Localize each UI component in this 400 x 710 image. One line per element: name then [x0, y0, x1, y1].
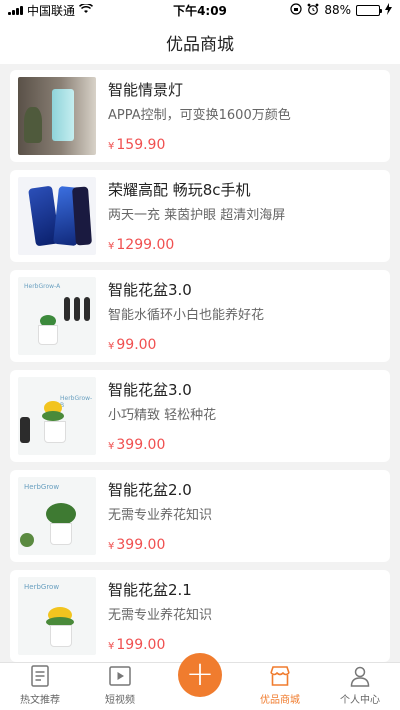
currency-symbol: ¥ — [108, 641, 115, 652]
tab-label: 短视频 — [105, 695, 135, 706]
currency-symbol: ¥ — [108, 341, 115, 352]
product-desc: 小巧精致 轻松种花 — [108, 408, 217, 423]
tab-add[interactable]: + — [160, 653, 240, 710]
charging-icon — [385, 2, 392, 18]
image-caption: HerbGrow-A — [24, 283, 61, 290]
product-image — [18, 177, 96, 255]
product-card[interactable]: HerbGrow 智能花盆2.0 无需专业养花知识 ¥399.00 — [10, 470, 390, 562]
video-icon — [109, 665, 131, 687]
product-card[interactable]: HerbGrow 智能花盆2.1 无需专业养花知识 ¥199.00 — [10, 570, 390, 662]
page-title: 优品商城 — [166, 34, 234, 55]
price-value: 1299.00 — [116, 237, 175, 253]
product-info: 智能花盆2.0 无需专业养花知识 ¥399.00 — [108, 477, 212, 555]
product-title: 智能花盆3.0 — [108, 281, 192, 299]
status-left: 中国联通 — [8, 2, 94, 19]
product-price: ¥399.00 — [108, 537, 212, 553]
price-value: 159.90 — [116, 137, 166, 153]
product-price: ¥159.90 — [108, 137, 291, 153]
product-image — [18, 77, 96, 155]
tab-label: 热文推荐 — [20, 695, 60, 706]
product-image: HerbGrow — [18, 577, 96, 655]
product-price: ¥199.00 — [108, 637, 212, 653]
battery-icon — [356, 4, 382, 16]
product-card[interactable]: HerbGrow-A 智能花盆3.0 智能水循环小白也能养好花 ¥99.00 — [10, 270, 390, 362]
product-title: 智能花盆3.0 — [108, 381, 192, 399]
currency-symbol: ¥ — [108, 141, 115, 152]
product-title: 智能花盆2.0 — [108, 481, 192, 499]
product-title: 荣耀高配 畅玩8c手机 — [108, 181, 251, 199]
battery-percent: 88% — [324, 3, 351, 17]
image-caption: HerbGrow — [24, 483, 60, 491]
tab-profile[interactable]: 个人中心 — [320, 663, 400, 710]
product-image: HerbGrow-A — [18, 277, 96, 355]
product-title: 智能情景灯 — [108, 81, 184, 99]
product-desc: 无需专业养花知识 — [108, 508, 213, 523]
price-value: 399.00 — [116, 437, 166, 453]
product-desc: 两天一充 莱茵护眼 超清刘海屏 — [108, 208, 286, 223]
currency-symbol: ¥ — [108, 441, 115, 452]
price-value: 199.00 — [116, 637, 166, 653]
product-info: 智能情景灯 APPA控制，可变换1600万颜色 ¥159.90 — [108, 77, 291, 155]
status-bar: 中国联通 下午4:09 88% — [0, 0, 400, 20]
alarm-icon — [307, 3, 319, 18]
tab-label: 优品商城 — [260, 695, 300, 706]
plus-icon[interactable]: + — [178, 653, 222, 697]
signal-icon — [8, 5, 23, 15]
product-price: ¥99.00 — [108, 337, 264, 353]
tab-bar: 热文推荐 短视频 + 优品商城 个人中心 — [0, 653, 400, 710]
status-right: 88% — [290, 2, 392, 18]
nav-bar: 优品商城 — [0, 20, 400, 64]
tab-short-video[interactable]: 短视频 — [80, 663, 160, 710]
product-desc: APPA控制，可变换1600万颜色 — [108, 108, 291, 123]
tab-label: 个人中心 — [340, 695, 380, 706]
product-image: HerbGrow-B — [18, 377, 96, 455]
image-caption: HerbGrow — [24, 583, 60, 591]
product-card[interactable]: HerbGrow-B 智能花盆3.0 小巧精致 轻松种花 ¥399.00 — [10, 370, 390, 462]
image-caption: HerbGrow-B — [60, 395, 93, 409]
product-info: 智能花盆3.0 智能水循环小白也能养好花 ¥99.00 — [108, 277, 264, 355]
product-card[interactable]: 智能情景灯 APPA控制，可变换1600万颜色 ¥159.90 — [10, 70, 390, 162]
product-price: ¥399.00 — [108, 437, 216, 453]
product-title: 智能花盆2.1 — [108, 581, 192, 599]
tab-hot-articles[interactable]: 热文推荐 — [0, 663, 80, 710]
product-info: 荣耀高配 畅玩8c手机 两天一充 莱茵护眼 超清刘海屏 ¥1299.00 — [108, 177, 285, 255]
currency-symbol: ¥ — [108, 541, 115, 552]
product-list[interactable]: 智能情景灯 APPA控制，可变换1600万颜色 ¥159.90 荣耀高配 畅玩8… — [0, 64, 400, 662]
price-value: 399.00 — [116, 537, 166, 553]
carrier-label: 中国联通 — [27, 3, 76, 18]
product-desc: 智能水循环小白也能养好花 — [108, 308, 265, 323]
document-icon — [29, 665, 51, 687]
product-info: 智能花盆3.0 小巧精致 轻松种花 ¥399.00 — [108, 377, 216, 455]
currency-symbol: ¥ — [108, 241, 115, 252]
product-card[interactable]: 荣耀高配 畅玩8c手机 两天一充 莱茵护眼 超清刘海屏 ¥1299.00 — [10, 170, 390, 262]
product-price: ¥1299.00 — [108, 237, 285, 253]
product-image: HerbGrow — [18, 477, 96, 555]
product-desc: 无需专业养花知识 — [108, 608, 213, 623]
shop-icon — [269, 665, 291, 687]
rotation-lock-icon — [290, 2, 302, 18]
tab-shop[interactable]: 优品商城 — [240, 663, 320, 710]
person-icon — [349, 665, 371, 687]
product-info: 智能花盆2.1 无需专业养花知识 ¥199.00 — [108, 577, 212, 655]
wifi-icon — [79, 2, 94, 17]
price-value: 99.00 — [116, 337, 157, 353]
